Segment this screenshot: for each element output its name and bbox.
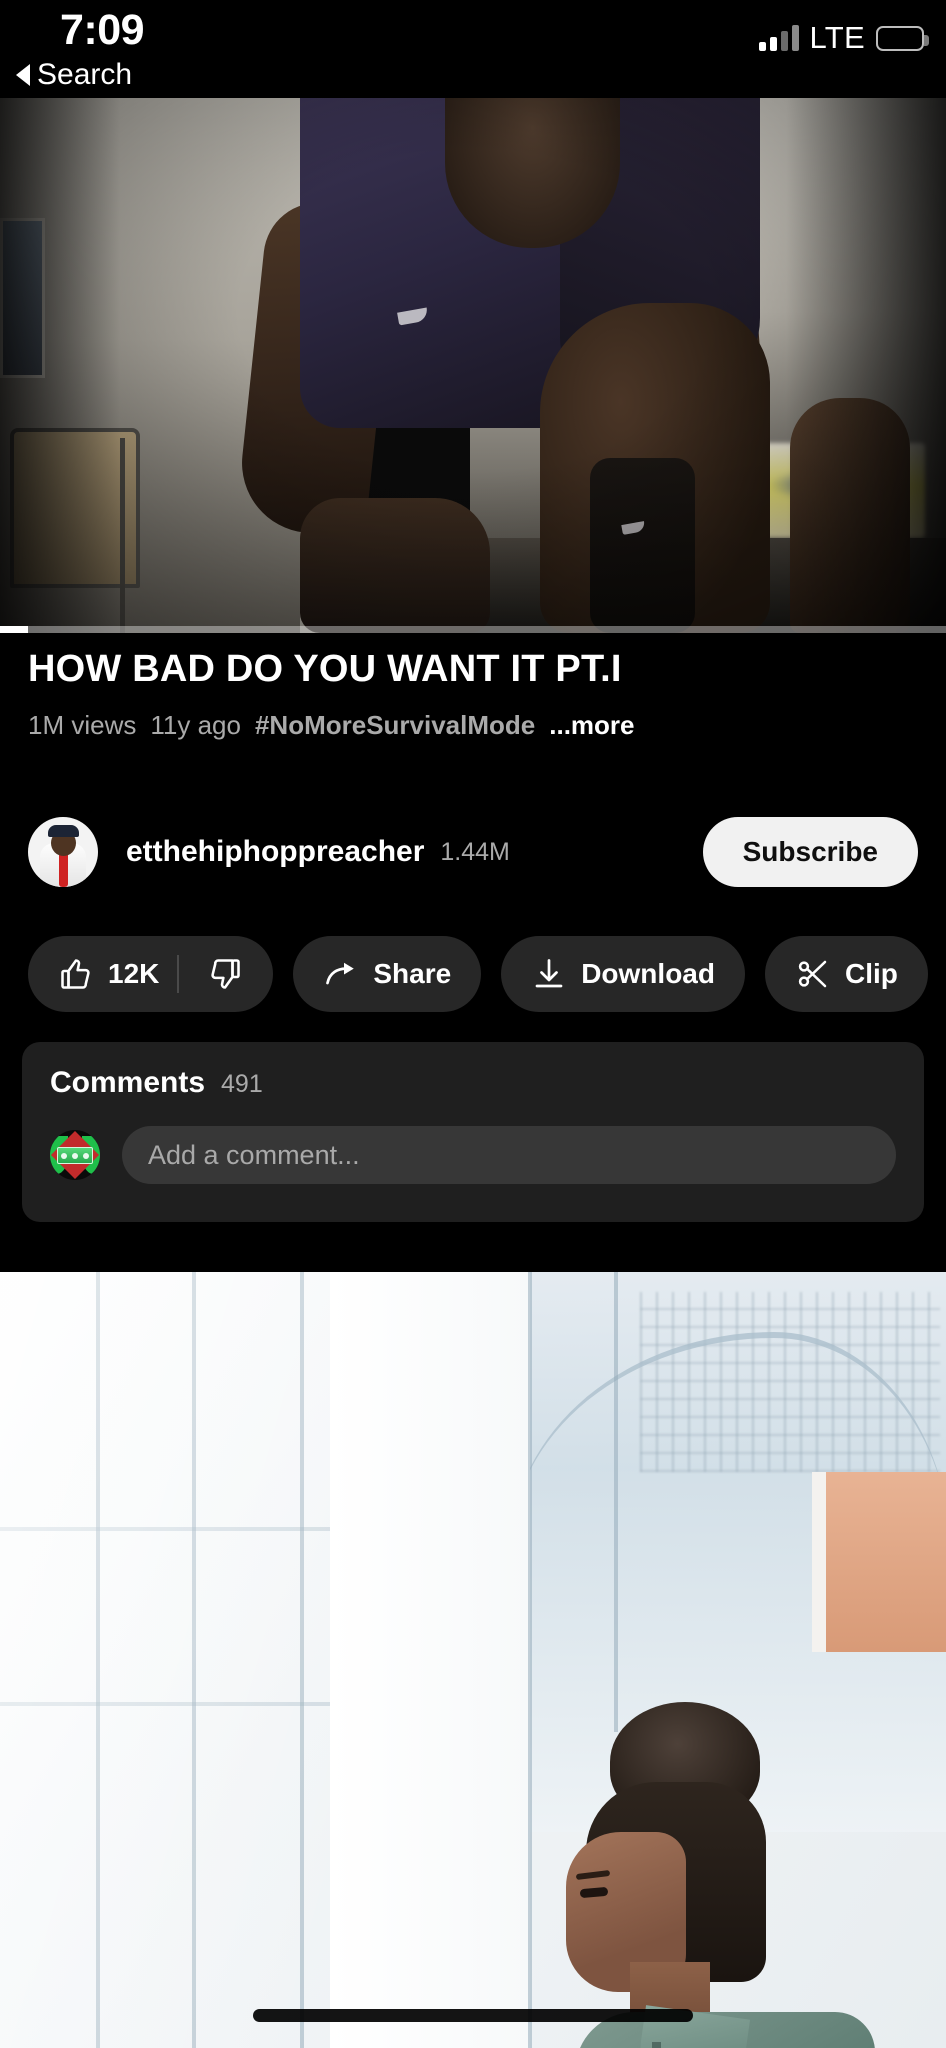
more-description-link[interactable]: ...more	[549, 710, 634, 741]
comments-count: 491	[221, 1070, 263, 1098]
channel-avatar[interactable]	[28, 817, 98, 887]
like-dislike-chip[interactable]: 12K	[28, 936, 274, 1012]
bottom-photo[interactable]	[0, 1272, 946, 2048]
comments-title: Comments	[50, 1066, 206, 1099]
clip-label: Clip	[844, 958, 898, 989]
scissors-icon	[795, 956, 831, 992]
channel-row[interactable]: etthehiphoppreacher 1.44M Subscribe	[0, 795, 946, 909]
video-title: HOW BAD DO YOU WANT IT PT.I	[28, 648, 622, 690]
cellular-signal-icon	[758, 25, 799, 51]
action-chip-row[interactable]: 12K Share Download Clip	[0, 930, 946, 1018]
video-progress-bar[interactable]	[0, 626, 946, 633]
channel-name[interactable]: etthehiphoppreacher	[126, 835, 424, 869]
hashtag-link[interactable]: #NoMoreSurvivalMode	[255, 710, 535, 741]
back-label: Search	[37, 58, 133, 91]
comments-card[interactable]: Comments 491 Add a comment...	[22, 1042, 924, 1222]
share-arrow-icon	[323, 956, 359, 992]
phone-screen: 7:09 Search LTE HOW BAD DO YOU WANT IT P…	[0, 0, 946, 2048]
thumbs-down-icon[interactable]	[197, 956, 243, 992]
video-metadata: HOW BAD DO YOU WANT IT PT.I 1M views 11y…	[0, 648, 946, 741]
user-avatar[interactable]	[50, 1130, 100, 1180]
home-indicator[interactable]	[253, 2009, 693, 2022]
channel-subscriber-count: 1.44M	[440, 837, 510, 866]
upload-age: 11y ago	[150, 709, 241, 740]
share-button[interactable]: Share	[293, 936, 482, 1012]
back-to-search-link[interactable]: Search	[16, 58, 132, 92]
battery-icon	[876, 25, 929, 51]
network-type-label: LTE	[809, 20, 865, 55]
chip-divider	[177, 955, 180, 993]
view-count: 1M views	[28, 709, 137, 740]
status-bar: 7:09 Search LTE	[0, 0, 946, 98]
share-label: Share	[373, 958, 452, 989]
video-progress-fill	[0, 626, 29, 633]
like-count: 12K	[108, 958, 160, 989]
video-submeta[interactable]: 1M views 11y ago #NoMoreSurvivalMode ...…	[28, 710, 918, 741]
thumbs-up-icon[interactable]	[58, 956, 94, 992]
comments-header: Comments 491	[50, 1066, 896, 1100]
add-comment-input[interactable]: Add a comment...	[122, 1126, 896, 1184]
status-bar-indicators: LTE	[758, 20, 929, 56]
download-icon	[531, 956, 567, 992]
video-player[interactable]	[0, 98, 946, 633]
download-label: Download	[581, 958, 715, 989]
add-comment-row[interactable]: Add a comment...	[50, 1126, 896, 1184]
subscribe-button[interactable]: Subscribe	[702, 817, 918, 887]
back-triangle-icon	[16, 64, 30, 86]
status-bar-time: 7:09	[60, 6, 145, 54]
clip-button[interactable]: Clip	[764, 936, 928, 1012]
download-button[interactable]: Download	[501, 936, 745, 1012]
video-frame	[0, 98, 946, 633]
